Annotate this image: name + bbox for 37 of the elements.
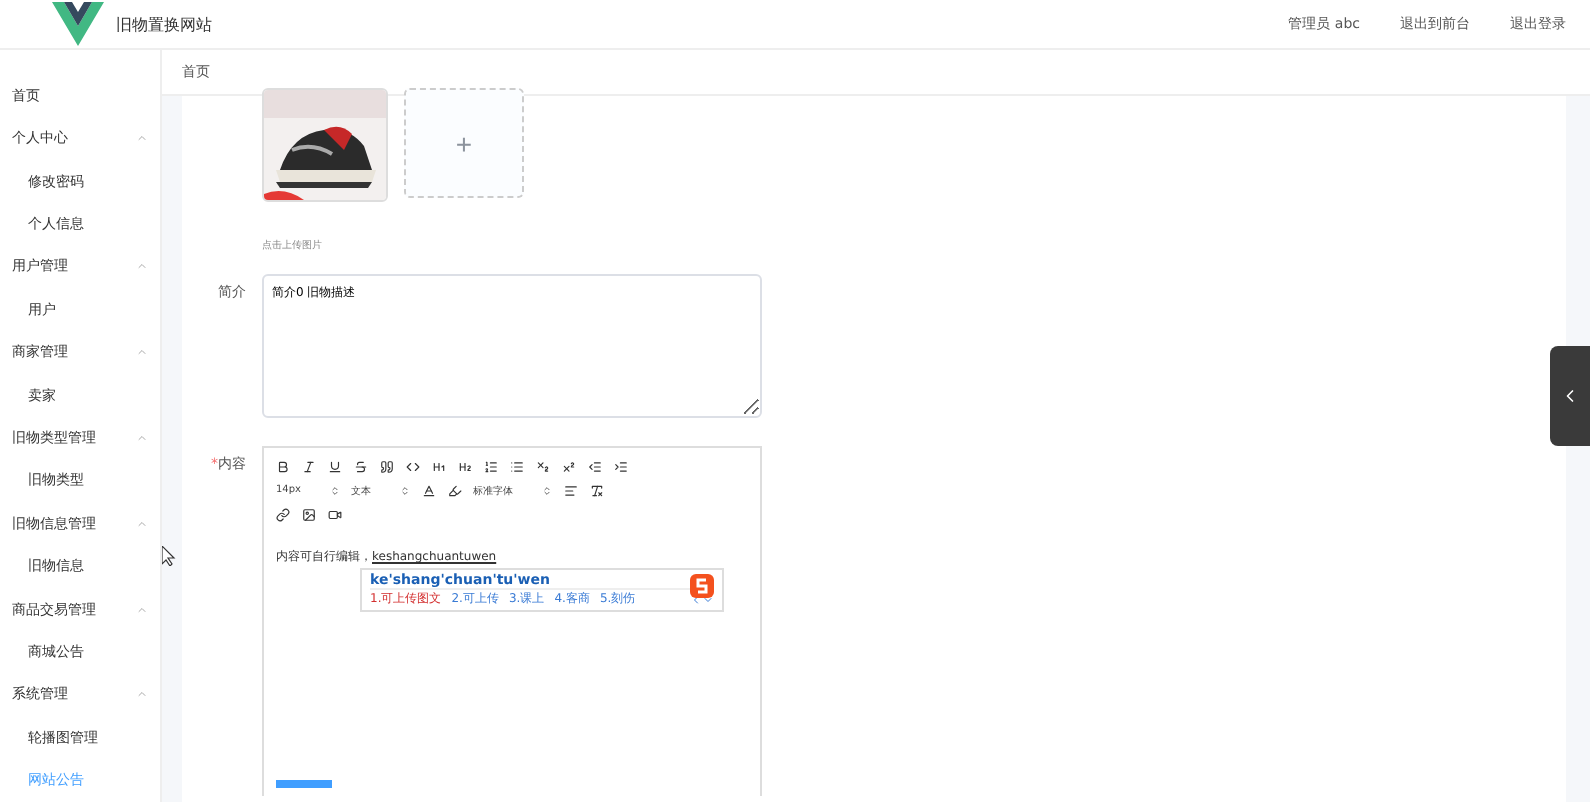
subscript-icon[interactable] [536, 459, 550, 473]
prev-page-icon[interactable] [690, 593, 702, 605]
chevron-up-icon [136, 346, 148, 359]
strikethrough-icon[interactable] [354, 459, 368, 473]
outdent-icon[interactable] [588, 459, 602, 473]
up-down-caret-icon [541, 485, 551, 495]
code-icon[interactable] [406, 459, 420, 473]
clear-format-icon[interactable] [589, 483, 603, 497]
chevron-up-icon [136, 431, 148, 444]
bullet-list-icon[interactable] [510, 459, 524, 473]
ordered-list-icon[interactable] [484, 459, 498, 473]
indent-icon[interactable] [614, 459, 628, 473]
up-down-caret-icon [399, 485, 409, 495]
image-icon[interactable] [302, 507, 316, 521]
site-title: 旧物置换网站 [116, 13, 212, 35]
video-icon[interactable] [328, 507, 342, 521]
heading-2-icon[interactable] [458, 459, 472, 473]
expand-icon[interactable] [702, 593, 714, 605]
logo-icon [52, 2, 104, 46]
chevron-up-icon [136, 603, 148, 616]
heading-1-icon[interactable] [432, 459, 446, 473]
superscript-icon[interactable] [562, 459, 576, 473]
chevron-up-icon [136, 132, 148, 145]
text-color-icon[interactable] [421, 483, 435, 497]
align-left-icon[interactable] [563, 483, 577, 497]
quote-icon[interactable] [380, 459, 394, 473]
chevron-up-icon [136, 517, 148, 530]
italic-icon[interactable] [302, 459, 316, 473]
drawer-toggle-button[interactable] [1550, 346, 1590, 446]
link-icon[interactable] [276, 507, 290, 521]
underline-icon[interactable] [328, 459, 342, 473]
chevron-up-icon [136, 260, 148, 273]
up-down-caret-icon [329, 485, 339, 495]
highlight-icon[interactable] [447, 483, 461, 497]
ime-logo-icon [690, 574, 714, 598]
bold-icon[interactable] [276, 459, 290, 473]
chevron-up-icon [136, 688, 148, 701]
